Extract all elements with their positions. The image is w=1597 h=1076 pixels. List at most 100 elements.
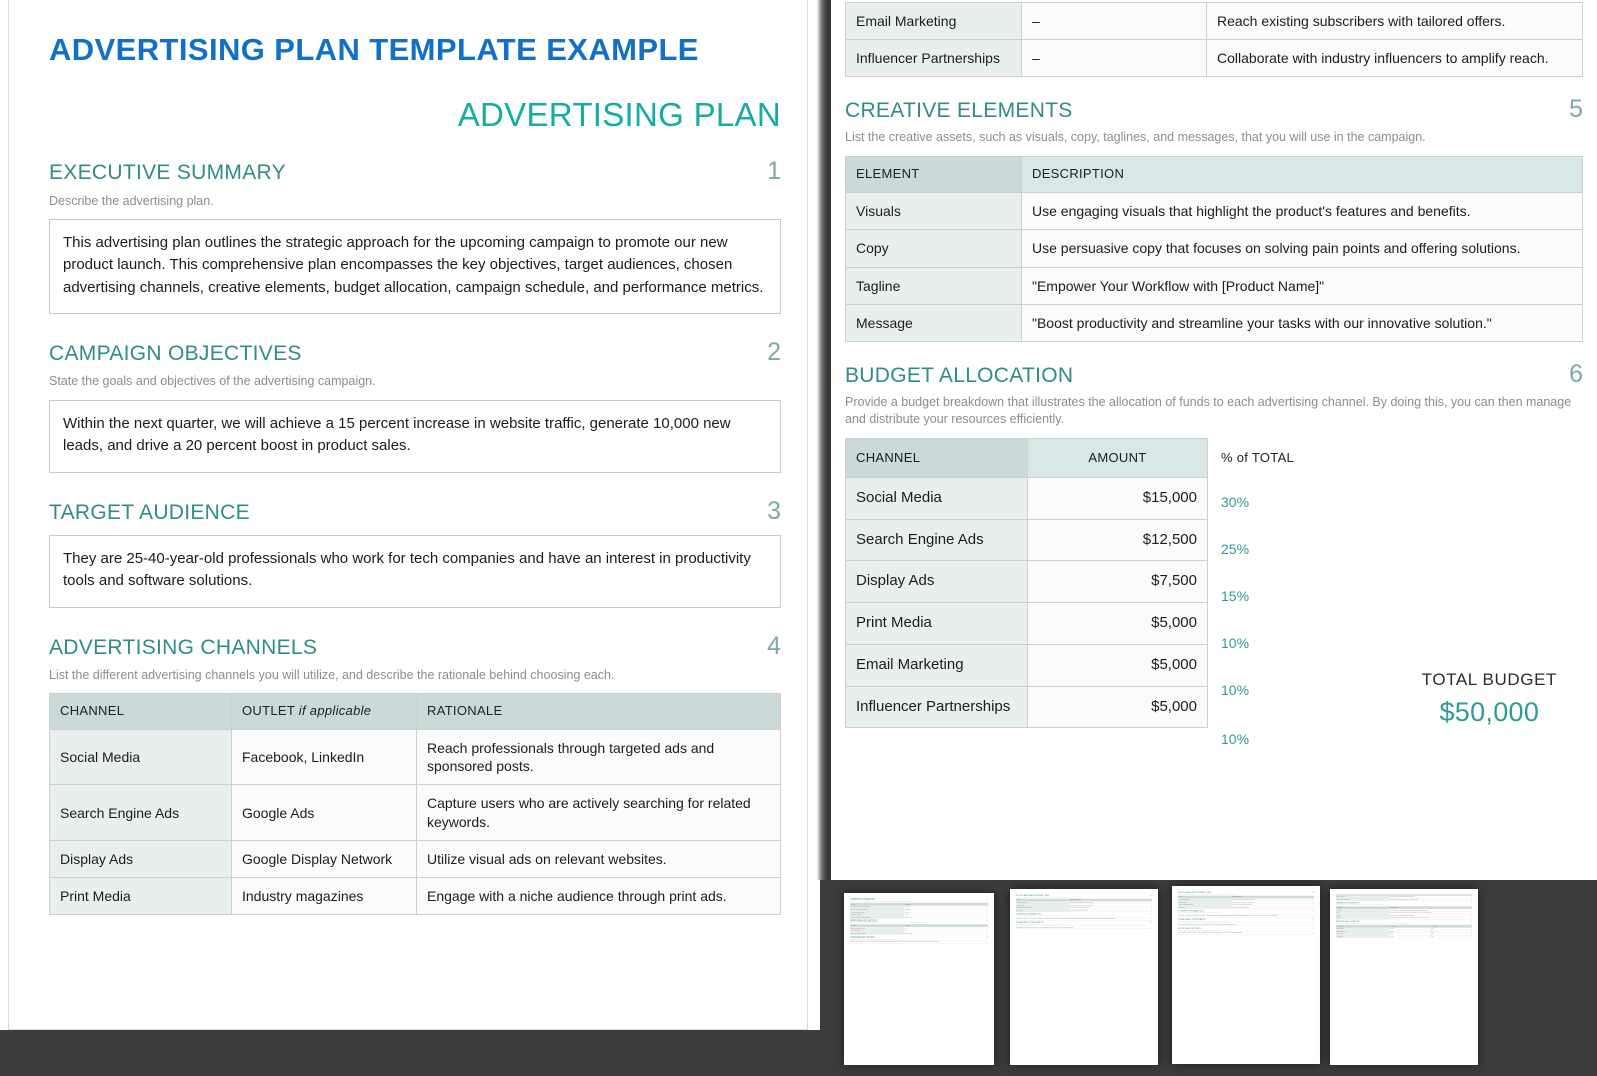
page-thumbnail[interactable]: Email Marketing Reach existing subscriber… — [1330, 889, 1478, 1065]
thumb-table-row: Ongoing Monitoring and Optimization Weeks… — [850, 915, 988, 919]
thumb-cell: Lead management and follow-up. — [1069, 909, 1153, 912]
thumb-cell: Print Media — [1335, 935, 1390, 938]
col-header-amount: AMOUNT — [1027, 437, 1208, 478]
cell-channel: Social Media — [49, 729, 232, 786]
thumb-cell: Ongoing Monitoring and Optimization — [850, 915, 905, 919]
cell-channel: Print Media — [49, 877, 232, 916]
section-title: TARGET AUDIENCE — [49, 500, 250, 524]
thumb-cell: 10% — [1430, 935, 1473, 938]
outlet-label-suffix: if applicable — [298, 703, 372, 719]
cell-channel: Display Ads — [845, 560, 1028, 604]
thumb-table: ROLE RESPONSIBILITIES Marketing Manager Ove… — [1177, 895, 1315, 909]
table-row: Search Engine Ads $12,500 — [845, 518, 1208, 562]
outlet-label: OUTLET — [242, 703, 295, 719]
campaign-objectives-field[interactable]: Within the next quarter, we will achieve… — [49, 399, 781, 473]
table-row: Visuals Use engaging visuals that highli… — [845, 192, 1583, 231]
cell-percent: 10% — [1221, 634, 1250, 651]
section-number: 4 — [767, 631, 781, 660]
document-title: ADVERTISING PLAN TEMPLATE EXAMPLE — [49, 32, 699, 67]
thumb-section-number: 7 — [986, 898, 988, 901]
page-thumbnail[interactable]: CAMPAIGN SCHEDULE 7 Create a timeline that… — [844, 893, 994, 1065]
page-edge-shadow — [817, 0, 831, 880]
section-number: 6 — [1569, 359, 1583, 388]
cell-element: Message — [845, 303, 1022, 342]
cell-channel: Search Engine Ads — [49, 784, 232, 841]
section-description: State the goals and objectives of the ad… — [49, 374, 376, 389]
section-title: ADVERTISING CHANNELS — [49, 635, 318, 659]
section-header: CREATIVE ELEMENTS 5 — [845, 97, 1583, 123]
col-header-channel: CHANNEL — [49, 693, 232, 731]
cell-rationale: Engage with a niche audience through pri… — [416, 877, 781, 916]
thumb-section-number: 11 — [1311, 909, 1314, 913]
thumb-section-number: 12 — [1311, 918, 1314, 921]
thumb-table: METRIC TARGET Click-through Rate (CTR) 5% Co… — [850, 924, 988, 935]
cell-channel: Social Media — [845, 476, 1028, 520]
cell-description: Use persuasive copy that focuses on solv… — [1021, 229, 1583, 268]
target-audience-field[interactable]: They are 25-40-year-old professionals wh… — [49, 534, 781, 608]
section-creative-elements: CREATIVE ELEMENTS 5 List the creative as… — [845, 97, 1583, 342]
cell-percent: 10% — [1221, 730, 1250, 747]
thumb-field-box: The Marketing Manager, Creative Lead, an… — [1178, 931, 1314, 935]
cell-amount: $15,000 — [1027, 476, 1208, 520]
cell-outlet: Facebook, LinkedIn — [231, 729, 417, 786]
table-row: Display Ads Google Display Network Utili… — [49, 839, 781, 879]
budget-layout: CHANNEL AMOUNT Social Media $15,000 Sear… — [845, 437, 1583, 747]
cell-channel: Influencer Partnerships — [845, 685, 1028, 729]
table-row: Print Media $5,000 — [845, 602, 1208, 645]
cell-channel: Email Marketing — [845, 1, 1022, 41]
section-description: Describe the advertising plan. — [49, 193, 214, 208]
thumb-section-number: 9 — [986, 935, 988, 939]
thumb-cell: Sales Team — [1177, 906, 1232, 909]
document-subtitle: ADVERTISING PLAN — [457, 96, 781, 134]
thumb-table-row: Message "Boost productivity and streamlin… — [1335, 916, 1473, 920]
cell-outlet: Google Display Network — [231, 839, 417, 879]
table-row: Copy Use persuasive copy that focuses on… — [845, 229, 1583, 268]
thumb-cell: Influencer Partnerships — [1335, 897, 1390, 901]
thumb-cell: Sales Team — [1015, 909, 1070, 912]
table-header-row: ELEMENT DESCRIPTION — [845, 156, 1583, 194]
cell-percent: 25% — [1221, 540, 1250, 557]
thumb-section-number: 10 — [1149, 894, 1152, 897]
creative-elements-table: ELEMENT DESCRIPTION Visuals Use engaging… — [845, 156, 1583, 342]
section-header: ADVERTISING CHANNELS 4 — [49, 631, 781, 660]
cell-element: Tagline — [845, 266, 1022, 305]
thumb-field-box: In case of any unforeseen challenges, we… — [850, 940, 988, 944]
page-thumbnail-strip: CAMPAIGN SCHEDULE 7 Create a timeline that… — [820, 880, 1597, 1076]
section-header: EXECUTIVE SUMMARY 1 — [49, 159, 781, 185]
col-header-outlet: OUTLET if applicable — [231, 693, 417, 731]
cell-rationale: Reach existing subscribers with tailored… — [1206, 1, 1583, 41]
section-title: CAMPAIGN OBJECTIVES — [49, 342, 302, 366]
section-header: TARGET AUDIENCE 3 — [49, 498, 781, 525]
cell-outlet: Google Ads — [231, 784, 417, 841]
executive-summary-field[interactable]: This advertising plan outlines the strat… — [49, 218, 781, 315]
thumb-section-number: 12 — [1149, 921, 1152, 924]
table-row: Print Media Industry magazines Engage wi… — [49, 877, 781, 916]
page-thumbnail[interactable]: ROLES AND RESPONSIBILITIES 10 Specify who … — [1010, 889, 1158, 1065]
table-row: Social Media Facebook, LinkedIn Reach pr… — [49, 729, 781, 786]
left-document-page: ADVERTISING PLAN TEMPLATE EXAMPLE ADVERT… — [8, 0, 808, 1030]
thumb-cell: $5,000 — [1389, 935, 1431, 938]
thumb-field-box: Ensure that all advertising materials co… — [1178, 922, 1314, 926]
table-header-row: CHANNEL AMOUNT — [845, 437, 1208, 478]
col-header-percent-of-total: % of TOTAL — [1221, 449, 1295, 465]
thumb-field-box: Ensure that all advertising materials co… — [1016, 925, 1152, 929]
thumb-section-number: 13 — [1311, 926, 1314, 930]
cell-percent: 30% — [1221, 493, 1250, 510]
table-row: Tagline "Empower Your Workflow with [Pro… — [845, 266, 1583, 305]
cell-amount: $12,500 — [1027, 518, 1208, 562]
section-description: List the different advertising channels … — [49, 667, 615, 682]
cell-outlet: Industry magazines — [231, 877, 417, 916]
section-number: 1 — [767, 157, 781, 186]
cell-description: "Boost productivity and streamline your … — [1021, 303, 1583, 342]
table-row: Search Engine Ads Google Ads Capture use… — [49, 784, 781, 841]
page-thumbnail[interactable]: ROLES AND RESPONSIBILITIES 10 Specify who … — [1172, 886, 1320, 1064]
table-row: Display Ads $7,500 — [845, 560, 1208, 604]
advertising-channels-table: CHANNEL OUTLET if applicable RATIONALE S… — [49, 693, 781, 916]
thumb-table-row: Print Media $5,000 10% — [1335, 935, 1473, 938]
table-row: Influencer Partnerships $5,000 — [845, 685, 1208, 729]
section-description: Provide a budget breakdown that illustra… — [845, 394, 1572, 426]
thumb-field-box: Competitor X focuses on price, while Com… — [1178, 914, 1314, 918]
total-budget-value: $50,000 — [1439, 696, 1540, 727]
col-header-description: DESCRIPTION — [1021, 156, 1583, 194]
thumb-section-number: 8 — [986, 919, 988, 923]
